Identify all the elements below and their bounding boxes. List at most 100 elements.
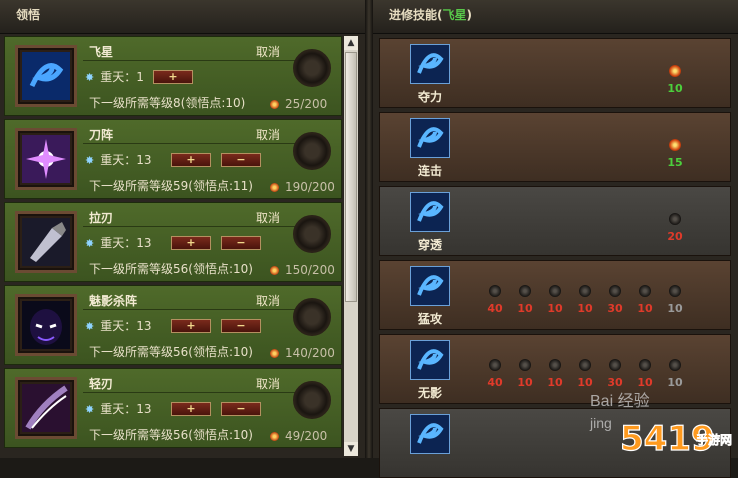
tier-label: 重天：13 — [100, 402, 152, 416]
gem-socket-icon — [639, 359, 651, 371]
skill-icon[interactable] — [15, 211, 77, 273]
scroll-down-arrow-icon[interactable]: ▼ — [344, 442, 358, 456]
next-level-requirement: 下一级所需等级56(领悟点:10) — [89, 345, 253, 359]
comprehension-panel: 领悟 飞星 取消 ✸ 重天：1 + 下一级所需等级8(领悟点:10) 25/200 刀阵 取消 ✸… — [0, 0, 365, 458]
skill-slot-orb[interactable] — [293, 215, 331, 253]
cancel-button[interactable]: 取消 — [256, 126, 280, 143]
slot-cost: 40 — [487, 302, 503, 315]
upgrade-slot[interactable]: 40 — [480, 285, 510, 315]
upgrade-slot[interactable]: 30 — [600, 285, 630, 315]
skill-icon[interactable] — [15, 45, 77, 107]
skill-name: 魅影杀阵 — [89, 294, 138, 308]
svg-text:手游网: 手游网 — [696, 432, 732, 447]
skill-swirl-icon[interactable] — [410, 192, 450, 232]
next-level-requirement: 下一级所需等级8(领悟点:10) — [89, 96, 246, 110]
skill-icon[interactable] — [15, 294, 77, 356]
tier-label: 重天：1 — [100, 70, 144, 84]
panel-divider — [365, 0, 373, 458]
skill-slot-orb[interactable] — [293, 49, 331, 87]
point-gem-icon — [270, 432, 279, 441]
increase-button[interactable]: + — [171, 236, 211, 250]
upgrade-slot[interactable]: 15 — [660, 139, 690, 169]
scrollbar[interactable]: ▲ ▼ — [344, 36, 358, 456]
gem-socket-icon — [489, 285, 501, 297]
points-value: 190/200 — [285, 180, 335, 194]
skill-card: 拉刃 取消 ✸ 重天：13 + − 下一级所需等级56(领悟点:10) 150/200 — [4, 202, 342, 282]
upgrade-slot[interactable]: 10 — [510, 285, 540, 315]
title-prefix: 进修技能( — [389, 8, 443, 22]
decrease-button[interactable]: − — [221, 236, 261, 250]
skill-slot-orb[interactable] — [293, 132, 331, 170]
upgrade-slot[interactable]: 10 — [660, 285, 690, 315]
cancel-button[interactable]: 取消 — [256, 375, 280, 392]
slot-cost: 10 — [667, 302, 683, 315]
gem-socket-icon — [669, 213, 681, 225]
decrease-button[interactable]: − — [221, 153, 261, 167]
watermark-logo-icon: Bai 经验 jing 5419 手游网 — [589, 392, 732, 456]
title-suffix: ) — [466, 8, 472, 22]
upgrade-slot[interactable]: 10 — [630, 285, 660, 315]
decrease-button[interactable]: − — [221, 319, 261, 333]
scroll-thumb[interactable] — [345, 52, 357, 302]
gem-socket-icon — [549, 359, 561, 371]
gem-socket-icon — [669, 359, 681, 371]
skill-swirl-icon[interactable] — [410, 118, 450, 158]
cancel-button[interactable]: 取消 — [256, 43, 280, 60]
advanced-skill-row: 连击 15 — [379, 112, 731, 182]
title-skill-name: 飞星 — [442, 8, 467, 22]
skill-card: 轻刃 取消 ✸ 重天：13 + − 下一级所需等级56(领悟点:10) 49/200 — [4, 368, 342, 448]
gem-socket-icon — [489, 359, 501, 371]
slot-cost: 10 — [577, 302, 593, 315]
skill-swirl-icon[interactable] — [410, 266, 450, 306]
upgrade-slot[interactable]: 10 — [570, 285, 600, 315]
gem-socket-icon — [519, 285, 531, 297]
skill-card: 魅影杀阵 取消 ✸ 重天：13 + − 下一级所需等级56(领悟点:10) 140/200 — [4, 285, 342, 365]
skill-slot-orb[interactable] — [293, 381, 331, 419]
cancel-button[interactable]: 取消 — [256, 292, 280, 309]
advanced-skill-name: 连击 — [417, 164, 442, 178]
slot-cost: 10 — [547, 302, 563, 315]
upgrade-slot[interactable]: 10 — [660, 65, 690, 95]
svg-text:jing: jing — [589, 415, 612, 431]
skill-name: 拉刃 — [89, 211, 114, 225]
tier-label: 重天：13 — [100, 319, 152, 333]
skill-icon[interactable] — [15, 128, 77, 190]
increase-button[interactable]: + — [171, 402, 211, 416]
points-counter: 190/200 — [270, 180, 340, 194]
skill-list: 飞星 取消 ✸ 重天：1 + 下一级所需等级8(领悟点:10) 25/200 刀阵 取消 ✸ 重天：… — [4, 36, 342, 456]
decrease-button[interactable]: − — [221, 402, 261, 416]
upgrade-slot[interactable]: 20 — [660, 213, 690, 243]
advanced-skill-row: 猛攻 40 10 10 10 30 10 10 — [379, 260, 731, 330]
skill-slot-orb[interactable] — [293, 298, 331, 336]
upgrade-slot[interactable]: 10 — [540, 359, 570, 389]
skill-name: 刀阵 — [89, 128, 114, 142]
tier-level: ✸ 重天：13 — [85, 235, 152, 251]
star-icon: ✸ — [85, 403, 95, 416]
points-counter: 25/200 — [270, 97, 340, 111]
star-icon: ✸ — [85, 320, 95, 333]
increase-button[interactable]: + — [171, 319, 211, 333]
panel-title: 进修技能(飞星) — [373, 0, 738, 34]
divider — [83, 309, 295, 310]
points-value: 140/200 — [285, 346, 335, 360]
points-value: 49/200 — [285, 429, 328, 443]
skill-swirl-icon[interactable] — [410, 44, 450, 84]
cancel-button[interactable]: 取消 — [256, 209, 280, 226]
points-counter: 140/200 — [270, 346, 340, 360]
scroll-up-arrow-icon[interactable]: ▲ — [344, 36, 358, 50]
increase-button[interactable]: + — [153, 70, 193, 84]
increase-button[interactable]: + — [171, 153, 211, 167]
points-value: 25/200 — [285, 97, 328, 111]
skill-swirl-icon[interactable] — [410, 340, 450, 380]
gem-socket-icon — [549, 285, 561, 297]
next-level-requirement: 下一级所需等级56(领悟点:10) — [89, 262, 253, 276]
skill-swirl-icon[interactable] — [410, 414, 450, 454]
advanced-skill-row: 夺力 10 — [379, 38, 731, 108]
skill-icon[interactable] — [15, 377, 77, 439]
point-gem-icon — [270, 349, 279, 358]
divider — [83, 226, 295, 227]
upgrade-slot[interactable]: 10 — [540, 285, 570, 315]
advanced-skill-name: 穿透 — [417, 238, 442, 252]
upgrade-slot[interactable]: 40 — [480, 359, 510, 389]
upgrade-slot[interactable]: 10 — [510, 359, 540, 389]
